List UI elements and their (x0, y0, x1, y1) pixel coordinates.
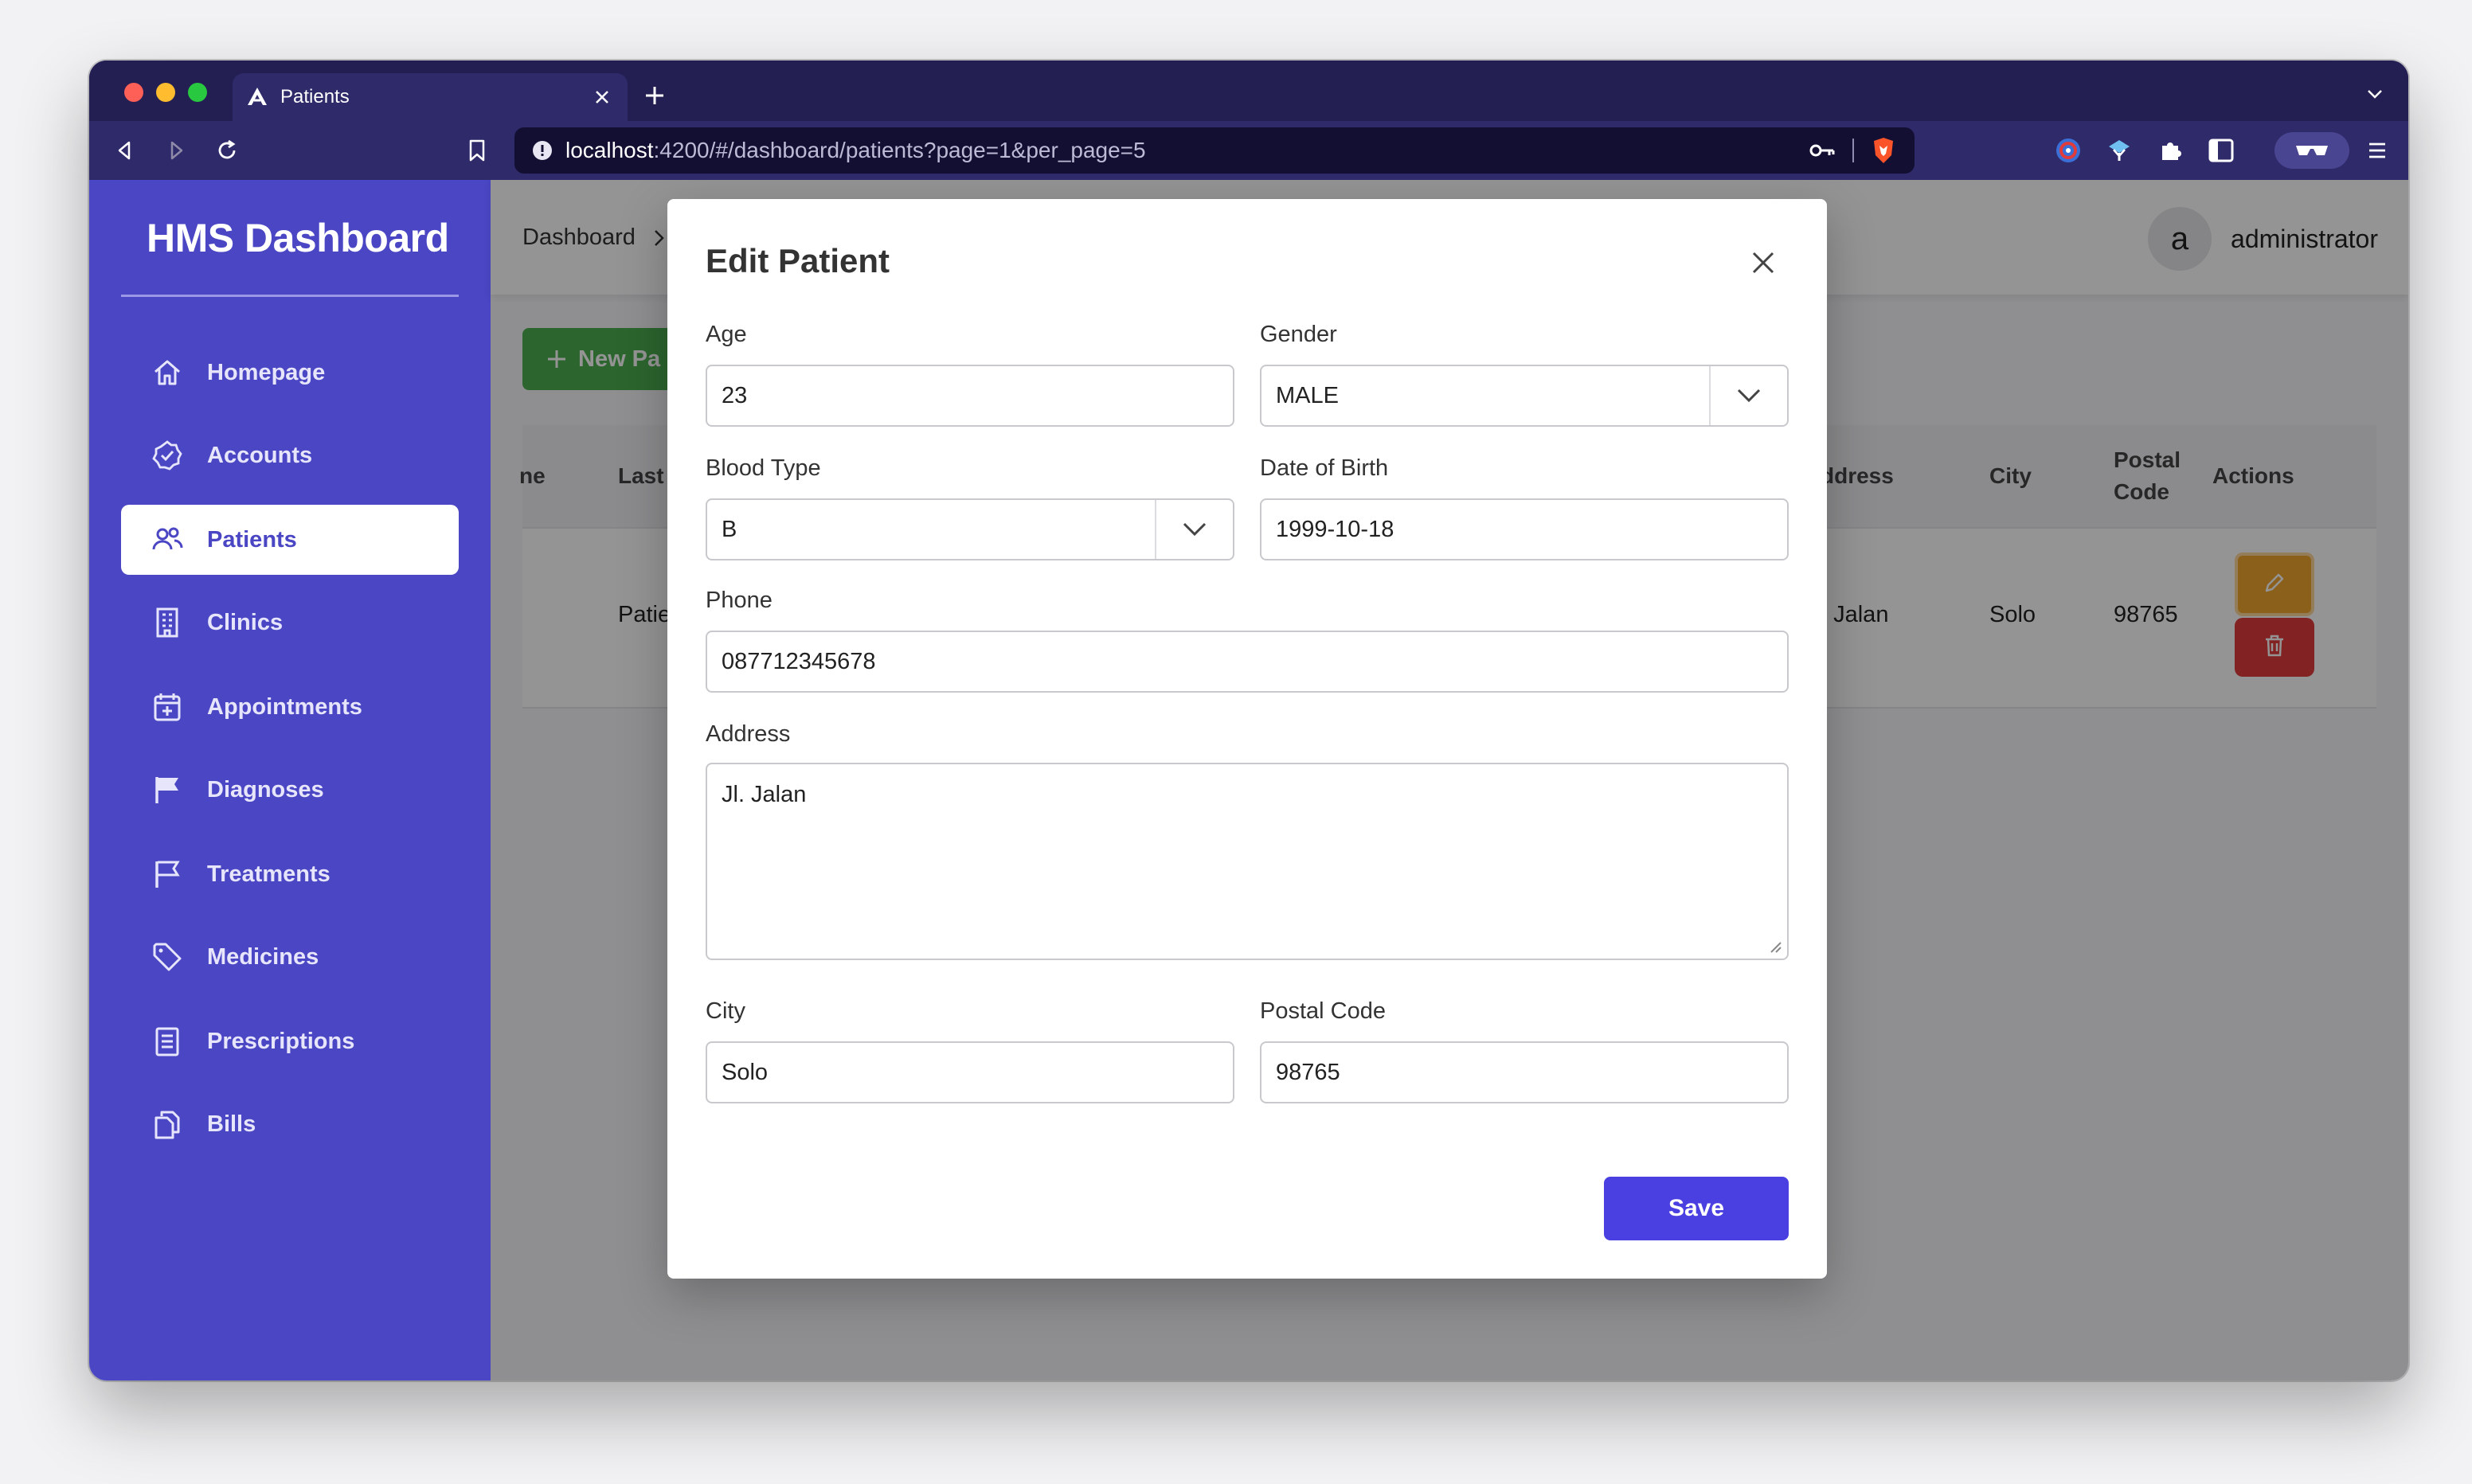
blood-type-label: Blood Type (706, 455, 821, 481)
sidebar-item-bills[interactable]: Bills (121, 1089, 459, 1159)
sidebar-item-label: Patients (207, 526, 297, 553)
sidebar-item-diagnoses[interactable]: Diagnoses (121, 755, 459, 825)
chevron-down-icon[interactable] (2359, 78, 2391, 110)
address-bar[interactable]: localhost:4200/#/dashboard/patients?page… (514, 127, 1915, 174)
tab-title: Patients (280, 86, 350, 107)
sidebar-item-label: Appointments (207, 693, 362, 720)
flag-filled-icon (150, 772, 185, 807)
city-field[interactable]: Solo (706, 1041, 1234, 1103)
angular-icon (245, 85, 269, 109)
brave-shield-icon[interactable] (1868, 135, 1899, 166)
address-label: Address (706, 721, 791, 747)
sidebar-item-accounts[interactable]: Accounts (121, 420, 459, 490)
bookmark-icon[interactable] (459, 132, 495, 169)
close-window-button[interactable] (124, 83, 143, 102)
sidebar: HMS Dashboard Homepage Accounts Patients (89, 180, 491, 1381)
building-icon (150, 605, 185, 640)
sidebar-item-label: Treatments (207, 861, 331, 887)
browser-tab[interactable]: Patients (233, 73, 628, 121)
gender-label: Gender (1260, 322, 1337, 347)
sidebar-item-clinics[interactable]: Clinics (121, 588, 459, 658)
translate-extension-icon[interactable] (2050, 132, 2087, 169)
sidebar-item-label: Homepage (207, 359, 326, 385)
sidebar-item-label: Clinics (207, 609, 284, 635)
users-icon (150, 522, 185, 557)
sidebar-toggle-icon[interactable] (2203, 132, 2239, 169)
browser-window: Patients localhost:4200/#/dashboard/pati… (89, 61, 2408, 1381)
gender-select[interactable]: MALE (1260, 365, 1789, 427)
sidebar-item-appointments[interactable]: Appointments (121, 672, 459, 742)
sidebar-item-treatments[interactable]: Treatments (121, 839, 459, 909)
url-text: localhost:4200/#/dashboard/patients?page… (565, 138, 1806, 163)
maximize-window-button[interactable] (188, 83, 207, 102)
tab-strip: Patients (89, 61, 2408, 121)
tag-icon (150, 939, 185, 974)
flag-outline-icon (150, 857, 185, 892)
home-icon (150, 355, 185, 390)
close-tab-icon[interactable] (589, 84, 615, 110)
sidebar-item-label: Prescriptions (207, 1028, 355, 1054)
forward-icon[interactable] (158, 132, 194, 169)
save-button[interactable]: Save (1604, 1177, 1789, 1240)
sidebar-item-patients[interactable]: Patients (121, 505, 459, 575)
url-divider (1852, 139, 1854, 162)
sidebar-item-label: Accounts (207, 442, 313, 468)
key-icon[interactable] (1806, 135, 1838, 166)
minimize-window-button[interactable] (156, 83, 175, 102)
badge-check-icon (150, 438, 185, 473)
brand-title: HMS Dashboard (147, 216, 449, 260)
age-label: Age (706, 322, 747, 347)
sidebar-item-label: Diagnoses (207, 776, 324, 803)
puzzle-icon[interactable] (2152, 132, 2188, 169)
document-icon (150, 1024, 185, 1059)
sidebar-item-medicines[interactable]: Medicines (121, 922, 459, 992)
address-textarea[interactable]: Jl. Jalan (706, 763, 1789, 960)
app-viewport: HMS Dashboard Homepage Accounts Patients (89, 180, 2408, 1381)
sidebar-item-label: Bills (207, 1111, 256, 1137)
chevron-down-icon (1709, 366, 1787, 425)
browser-menu-icon[interactable] (2359, 132, 2396, 169)
copy-icon (150, 1107, 185, 1142)
modal-title: Edit Patient (706, 242, 890, 279)
calendar-plus-icon (150, 689, 185, 724)
gender-value: MALE (1276, 382, 1339, 408)
chevron-down-icon (1155, 500, 1233, 559)
address-value: Jl. Jalan (722, 782, 807, 807)
back-icon[interactable] (107, 132, 143, 169)
sidebar-item-homepage[interactable]: Homepage (121, 338, 459, 408)
edit-patient-modal: Edit Patient Age 23 Gender MALE Blood Ty… (667, 199, 1827, 1279)
sidebar-item-label: Medicines (207, 943, 319, 970)
postal-code-label: Postal Code (1260, 998, 1386, 1024)
brand-divider (121, 295, 459, 297)
phone-field[interactable]: 087712345678 (706, 631, 1789, 693)
resize-grip-icon[interactable] (1768, 939, 1782, 954)
postal-code-field[interactable]: 98765 (1260, 1041, 1789, 1103)
blood-type-value: B (722, 516, 737, 542)
site-info-icon[interactable] (530, 139, 554, 162)
url-host: localhost (565, 138, 654, 162)
sidebar-item-prescriptions[interactable]: Prescriptions (121, 1006, 459, 1076)
browser-toolbar: localhost:4200/#/dashboard/patients?page… (89, 121, 2408, 180)
date-of-birth-label: Date of Birth (1260, 455, 1389, 481)
reload-icon[interactable] (209, 132, 245, 169)
new-tab-icon[interactable] (637, 78, 672, 113)
close-icon[interactable] (1744, 244, 1782, 282)
city-label: City (706, 998, 745, 1024)
phone-label: Phone (706, 588, 772, 613)
date-of-birth-field[interactable]: 1999-10-18 (1260, 498, 1789, 560)
age-field[interactable]: 23 (706, 365, 1234, 427)
vpn-extension-icon[interactable] (2101, 132, 2138, 169)
blood-type-select[interactable]: B (706, 498, 1234, 560)
private-window-icon[interactable] (2274, 132, 2349, 169)
url-path: :4200/#/dashboard/patients?page=1&per_pa… (653, 138, 1146, 162)
